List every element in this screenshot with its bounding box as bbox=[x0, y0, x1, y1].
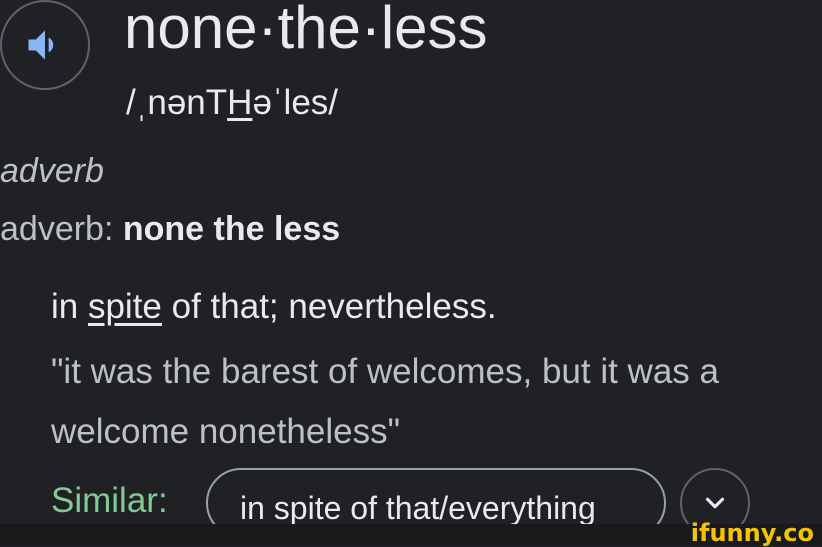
ifunny-watermark: ifunny.co bbox=[690, 519, 814, 547]
definition-link-spite[interactable]: spite bbox=[88, 287, 162, 326]
variant-spelling: none the less bbox=[122, 210, 341, 248]
pronunciation-speaker-button[interactable] bbox=[0, 0, 90, 90]
similar-word-chip-label: in spite of that/everything bbox=[240, 490, 596, 526]
similar-label: Similar: bbox=[51, 481, 168, 520]
part-of-speech-variant-line: adverb: none the less bbox=[0, 208, 340, 250]
speaker-icon bbox=[28, 30, 54, 60]
phonetic-underlined-part: H bbox=[227, 83, 253, 122]
headword: none·the·less bbox=[124, 0, 488, 61]
example-line: welcome nonetheless" bbox=[51, 412, 401, 451]
part-of-speech-label: adverb: bbox=[0, 210, 114, 248]
phonetic-spelling: /ˌnənTHəˈles/ bbox=[126, 82, 338, 124]
example-sentence: "it was the barest of welcomes, but it w… bbox=[51, 342, 822, 462]
definition-part: in bbox=[51, 287, 88, 326]
chevron-down-icon bbox=[705, 497, 725, 509]
example-line: "it was the barest of welcomes, but it w… bbox=[51, 352, 719, 391]
definition-part: of that; nevertheless. bbox=[161, 287, 497, 326]
definition-text: in spite of that; nevertheless. bbox=[51, 286, 497, 328]
part-of-speech-heading: adverb bbox=[0, 152, 104, 190]
phonetic-part: əˈles/ bbox=[252, 83, 339, 122]
phonetic-part: /ˌnənT bbox=[126, 83, 228, 122]
